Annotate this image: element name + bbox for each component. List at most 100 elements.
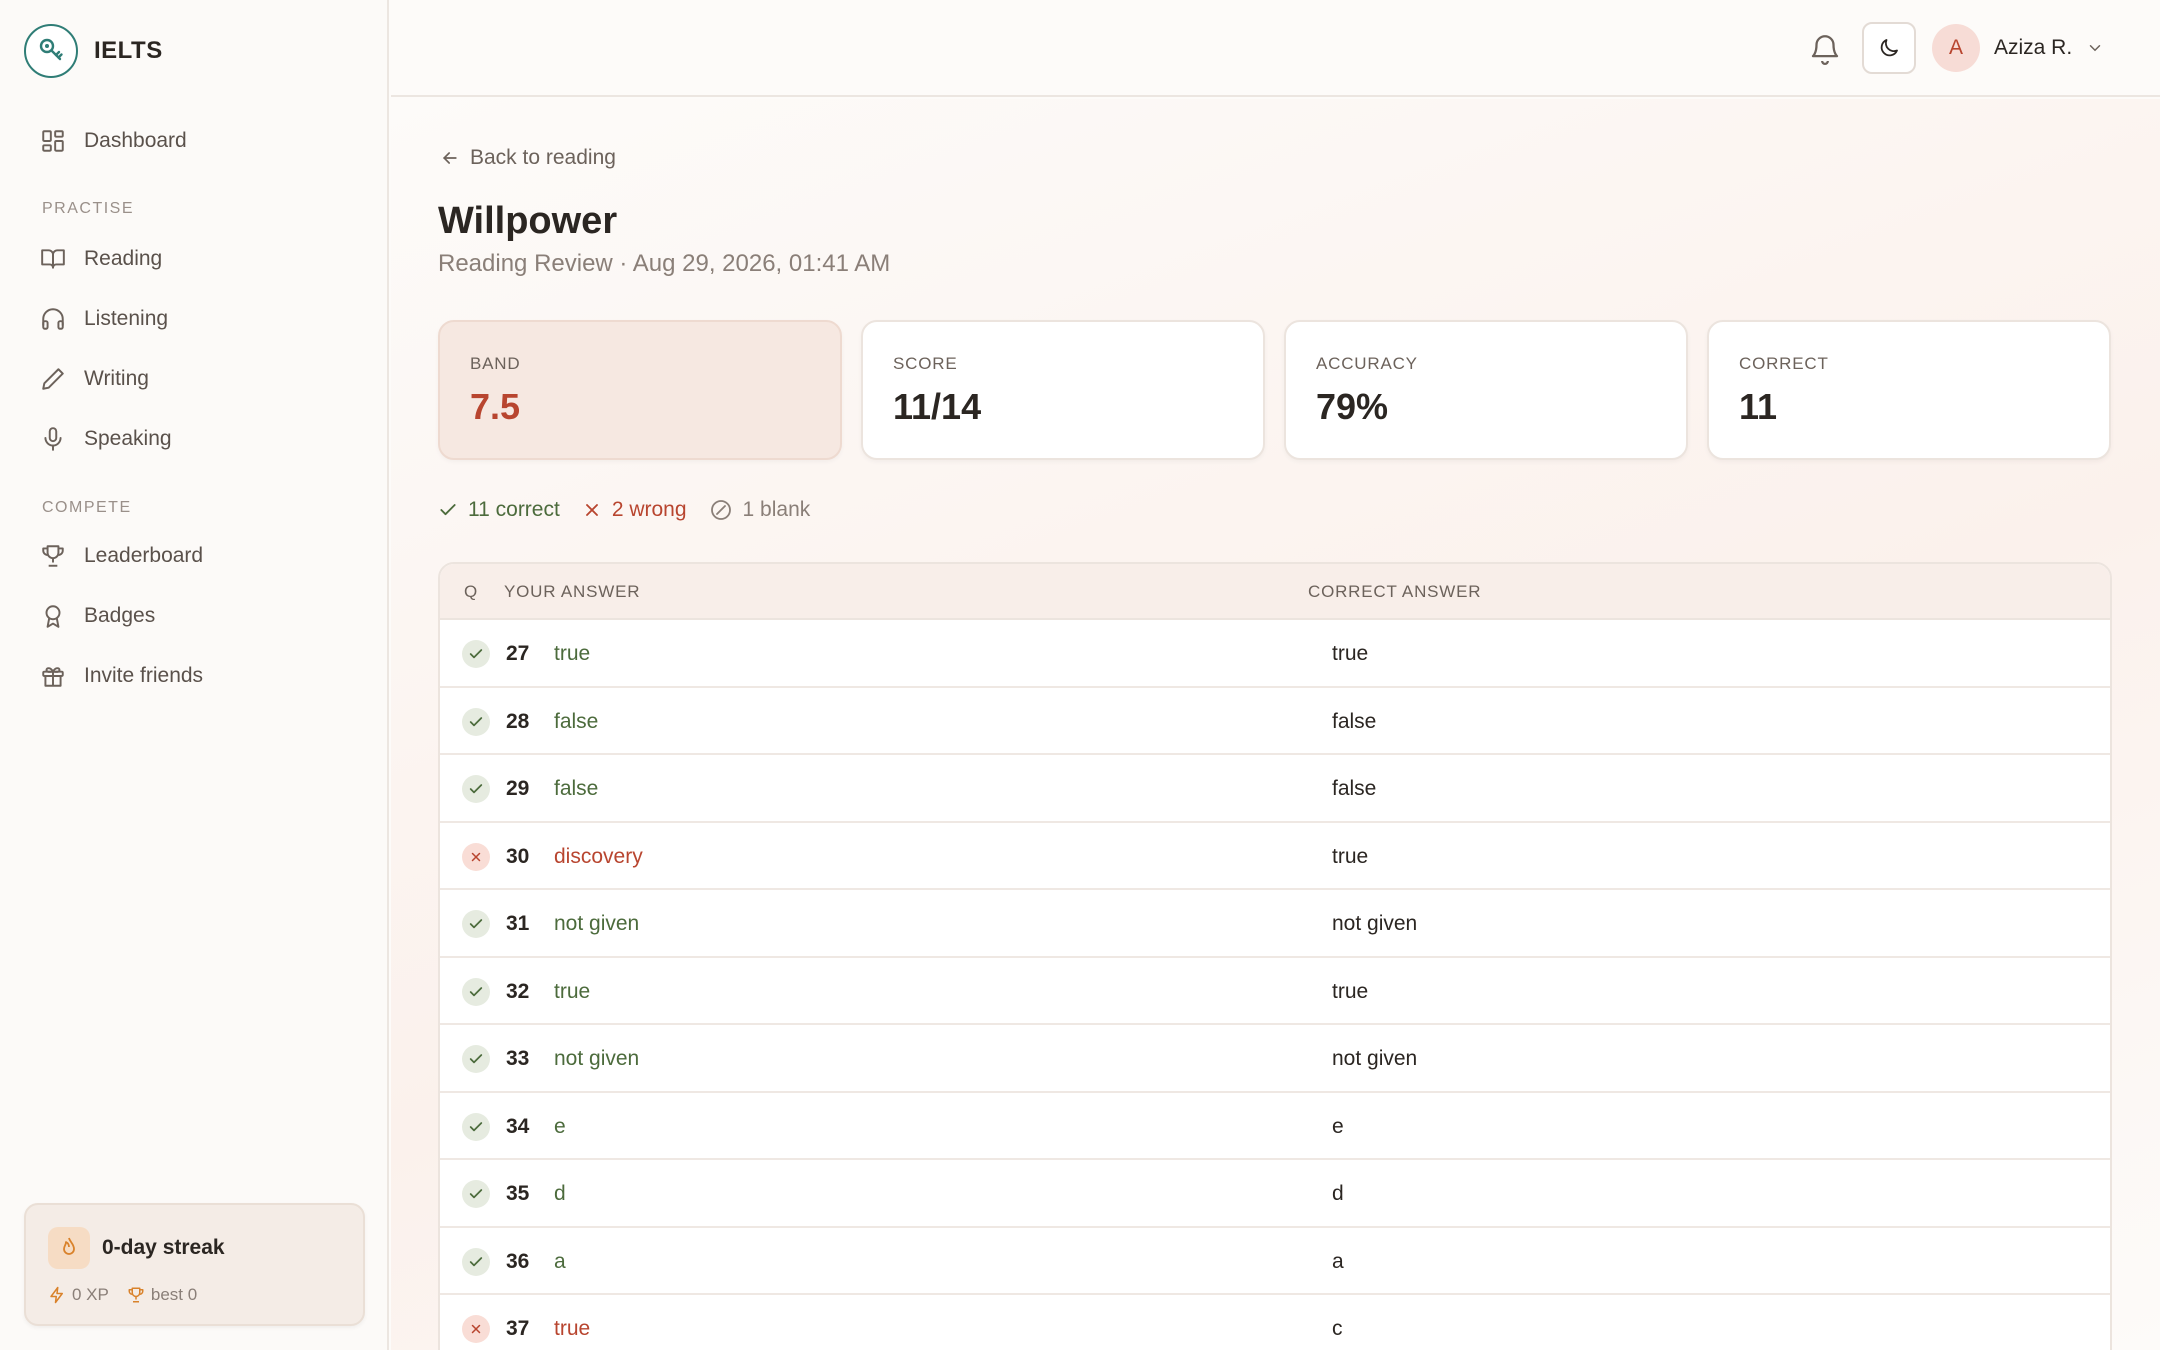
stat-value: 11 <box>1739 386 1778 427</box>
correct-answer: a <box>1332 1249 1344 1273</box>
wrong-count: 2 wrong <box>582 498 687 522</box>
stat-value: 11/14 <box>893 386 982 427</box>
table-row[interactable]: 37 true c <box>440 1295 2110 1350</box>
brand-name: IELTS <box>94 37 163 64</box>
sidebar-item-speaking[interactable]: Speaking <box>40 426 172 452</box>
best-value: best 0 <box>150 1285 198 1304</box>
nav-section-compete: COMPETE <box>42 499 132 516</box>
your-answer: e <box>554 1114 566 1138</box>
answers-table: Q YOUR ANSWER CORRECT ANSWER 27 true true 2… <box>438 562 2112 1350</box>
question-number: 33 <box>506 1047 530 1070</box>
theme-toggle-button[interactable] <box>1862 22 1916 74</box>
check-icon <box>462 1180 490 1208</box>
table-row[interactable]: 28 false false <box>440 688 2110 755</box>
result-summary: 11 correct 2 wrong 1 blank <box>438 498 832 522</box>
question-number: 32 <box>506 979 530 1003</box>
question-number: 36 <box>506 1249 530 1273</box>
gift-icon <box>42 667 64 687</box>
sidebar: IELTS Dashboard PRACTISE Reading Listeni… <box>0 0 389 1350</box>
sidebar-item-label: Dashboard <box>84 129 187 152</box>
correct-answer: d <box>1332 1182 1344 1205</box>
question-number: 35 <box>506 1182 530 1205</box>
your-answer: discovery <box>554 844 643 868</box>
check-icon <box>462 1045 490 1073</box>
stat-card-accuracy: ACCURACY 79% <box>1284 320 1688 460</box>
table-row[interactable]: 30 discovery true <box>440 823 2110 890</box>
check-icon <box>462 707 490 736</box>
back-to-reading-link[interactable]: Back to reading <box>440 146 616 170</box>
back-label: Back to reading <box>470 146 616 169</box>
your-answer: false <box>554 777 599 800</box>
check-icon <box>462 775 490 803</box>
check-icon <box>462 640 490 668</box>
x-icon <box>585 504 598 516</box>
stat-card-correct: CORRECT 11 <box>1707 320 2111 460</box>
sidebar-item-label: Speaking <box>84 427 172 450</box>
pencil-icon <box>42 368 64 390</box>
stat-label: BAND <box>470 354 521 373</box>
your-answer: a <box>554 1249 566 1273</box>
correct-answer: not given <box>1332 1047 1418 1070</box>
sidebar-item-reading[interactable]: Reading <box>40 246 162 272</box>
table-row[interactable]: 31 not given not given <box>440 890 2110 958</box>
trophy-icon <box>42 545 64 567</box>
avatar: A <box>1932 24 1980 72</box>
header-q: Q <box>464 582 479 601</box>
logo-icon <box>24 24 78 78</box>
dashboard-icon <box>42 130 64 152</box>
sidebar-item-dashboard[interactable]: Dashboard <box>40 128 187 154</box>
stat-label: CORRECT <box>1739 354 1829 373</box>
bolt-icon <box>50 1286 63 1304</box>
sidebar-item-invite-friends[interactable]: Invite friends <box>40 663 203 689</box>
streak-card: 0-day streak 0 XP best 0 <box>24 1203 365 1326</box>
table-row[interactable]: 29 false false <box>440 755 2110 823</box>
question-number: 30 <box>506 844 530 868</box>
stat-label: ACCURACY <box>1316 354 1418 373</box>
sidebar-item-label: Writing <box>84 367 149 390</box>
sidebar-item-badges[interactable]: Badges <box>40 603 155 629</box>
brand[interactable]: IELTS <box>24 24 163 78</box>
book-icon <box>41 249 65 269</box>
correct-answer: true <box>1332 979 1369 1003</box>
best-stat: best 0 <box>127 1285 197 1305</box>
nav-section-practise: PRACTISE <box>42 200 135 217</box>
sidebar-item-label: Badges <box>84 604 156 627</box>
sidebar-item-writing[interactable]: Writing <box>40 366 149 392</box>
chevron-down-icon <box>2089 45 2101 52</box>
arrow-left-icon <box>442 152 457 164</box>
correct-answer: true <box>1332 642 1369 665</box>
question-number: 34 <box>506 1114 530 1138</box>
table-row[interactable]: 34 e e <box>440 1093 2110 1160</box>
table-header: Q YOUR ANSWER CORRECT ANSWER <box>440 564 2110 620</box>
bell-icon[interactable] <box>1808 32 1842 66</box>
your-answer: not given <box>554 912 640 935</box>
your-answer: true <box>554 642 591 665</box>
x-icon <box>462 1315 490 1343</box>
flame-icon <box>48 1227 90 1269</box>
xp-stat: 0 XP <box>48 1285 109 1305</box>
correct-answer: not given <box>1332 912 1418 935</box>
check-icon <box>462 1247 490 1276</box>
table-row[interactable]: 33 not given not given <box>440 1025 2110 1093</box>
sidebar-item-listening[interactable]: Listening <box>40 306 168 332</box>
blank-circle-icon <box>710 500 731 520</box>
table-row[interactable]: 27 true true <box>440 620 2110 688</box>
check-icon <box>440 504 456 516</box>
blank-count-label: 1 blank <box>742 498 811 521</box>
stat-label: SCORE <box>893 354 958 373</box>
stat-value: 7.5 <box>470 386 521 427</box>
table-row[interactable]: 32 true true <box>440 958 2110 1025</box>
x-icon <box>462 842 490 871</box>
correct-answer: false <box>1332 709 1377 733</box>
question-number: 28 <box>506 709 530 733</box>
question-number: 27 <box>506 642 530 665</box>
sidebar-item-leaderboard[interactable]: Leaderboard <box>40 543 203 569</box>
microphone-icon <box>44 427 62 451</box>
correct-count: 11 correct <box>438 498 560 522</box>
stat-value: 79% <box>1316 386 1389 427</box>
headphones-icon <box>42 308 64 330</box>
sidebar-item-label: Listening <box>84 307 169 330</box>
table-row[interactable]: 36 a a <box>440 1228 2110 1295</box>
table-row[interactable]: 35 d d <box>440 1160 2110 1228</box>
user-menu[interactable]: A Aziza R. <box>1932 24 2104 72</box>
